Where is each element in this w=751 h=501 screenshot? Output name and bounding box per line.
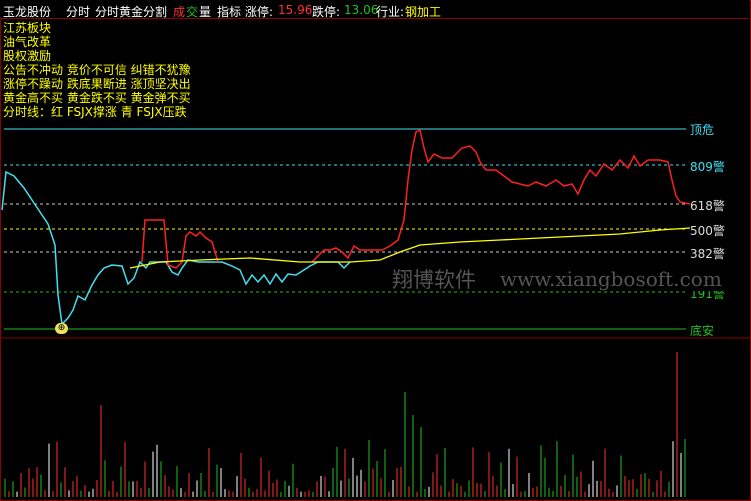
- menu-intraday[interactable]: 分时: [66, 3, 90, 20]
- volume-label-cheng[interactable]: 成: [173, 3, 185, 20]
- level-label-618: 618警: [690, 199, 725, 213]
- level-label-809: 809警: [690, 160, 725, 174]
- watermark-banner: 翔博软件 www.xiangbosoft.com: [372, 264, 750, 292]
- industry-label: 行业:: [376, 5, 405, 19]
- limit-up-label: 涨停:: [245, 5, 274, 19]
- volume-label-liang[interactable]: 量: [199, 3, 211, 20]
- level-label-bottom: 底安: [690, 324, 715, 338]
- stock-name[interactable]: 玉龙股份: [3, 3, 51, 20]
- limit-down-label: 跌停:: [312, 5, 341, 19]
- top-header-bar: 玉龙股份 分时 分时黄金分割 成 交 量 指标 涨停: 15.96 跌停: 13…: [0, 0, 749, 19]
- legend-line-explanation: 分时线：红 FSJX撑涨 青 FSJX压跌: [3, 105, 187, 119]
- watermark-url-text: www.xiangbosoft.com: [500, 267, 722, 291]
- menu-golden-split[interactable]: 分时黄金分割: [95, 3, 167, 20]
- watermark-cn-text: 翔博软件: [392, 268, 476, 292]
- limit-up-value: 15.96: [278, 3, 313, 17]
- level-label-500: 500警: [690, 224, 725, 238]
- low-point-marker-icon[interactable]: ⊕: [55, 323, 68, 334]
- limit-down-value: 13.06: [344, 3, 379, 17]
- volume-label-jiao[interactable]: 交: [186, 3, 198, 20]
- price-line-down: [1, 170, 351, 326]
- level-label-top: 顶危: [690, 123, 715, 137]
- level-label-382: 382警: [690, 247, 725, 261]
- indicator-button[interactable]: 指标: [217, 3, 241, 20]
- industry-value: 钢加工: [405, 5, 442, 19]
- price-line-up: [311, 128, 691, 263]
